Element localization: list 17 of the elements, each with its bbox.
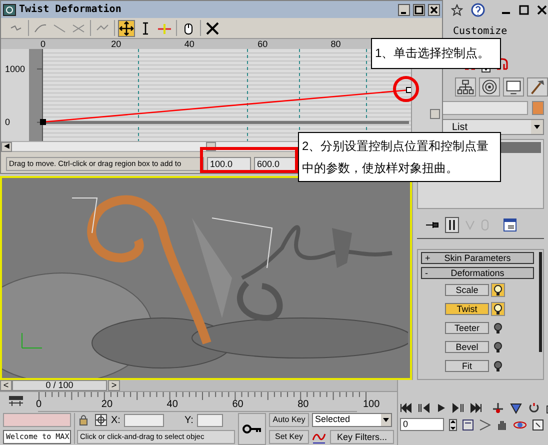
annotation-tooltip: 1、单击选择控制点。 [371,38,501,69]
y-tick-label: 0 [5,117,10,128]
y-label: Y: [184,414,194,428]
frame-label: 20 [101,400,113,410]
window-title: Twist Deformation [19,2,122,17]
x-label: X: [111,414,120,428]
expand-sign: - [424,268,429,278]
expand-sign: + [424,254,432,262]
y-tick-label: 1000 [5,64,26,74]
rollout-title: Deformations [450,268,506,278]
frame-label: 80 [298,400,309,410]
frame-label: 40 [166,400,178,410]
annotation-tooltip: 2、分别设置控制点位置和控制点量中的参数，使放样对象扭曲。 [298,132,501,182]
frame-label: 100 [363,400,380,410]
frame-label: 0 [36,400,42,410]
frame-label: 60 [232,400,244,410]
rollout-title: Skin Parameters [443,254,512,262]
